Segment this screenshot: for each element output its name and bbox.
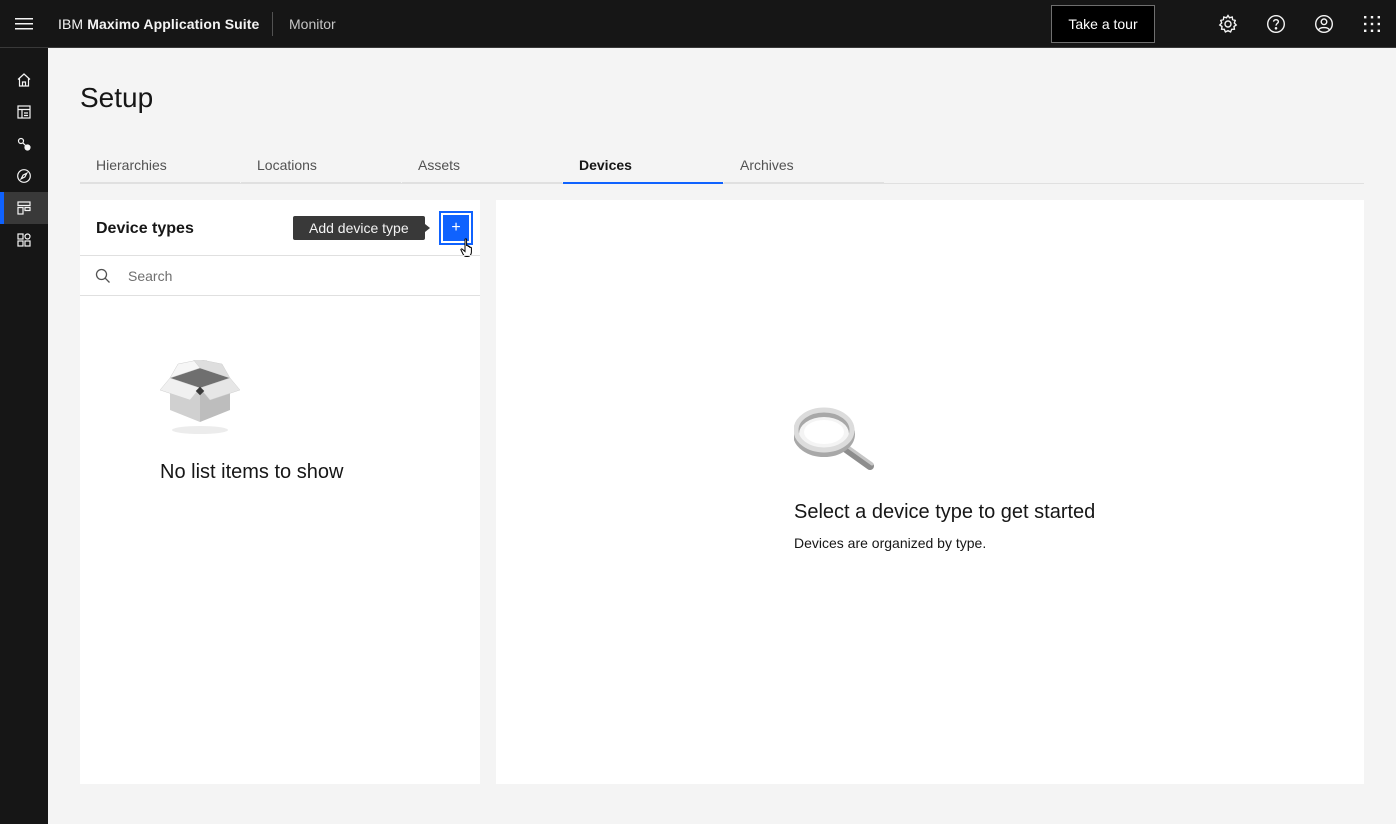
header-divider (272, 12, 273, 36)
brand-name[interactable]: IBM Maximo Application Suite (58, 0, 259, 48)
side-nav (0, 48, 48, 824)
compass-icon (17, 169, 31, 183)
tab-archives[interactable]: Archives (724, 147, 884, 184)
nav-explore[interactable] (0, 160, 48, 192)
page-title: Setup (80, 82, 154, 113)
empty-list-text: No list items to show (160, 461, 344, 483)
nav-home[interactable] (0, 64, 48, 96)
device-types-title: Device types (96, 220, 194, 237)
empty-box-icon (160, 360, 240, 434)
app-name: Monitor (289, 16, 336, 32)
tab-locations[interactable]: Locations (241, 147, 401, 184)
add-device-type-tooltip: Add device type (293, 216, 430, 240)
help-icon[interactable] (1252, 0, 1300, 48)
nav-dashboard[interactable] (0, 96, 48, 128)
user-icon[interactable] (1300, 0, 1348, 48)
brand-prefix: IBM (58, 16, 84, 32)
search-icon (95, 268, 110, 283)
brand-suite: Maximo Application Suite (87, 16, 260, 32)
tab-hierarchies[interactable]: Hierarchies (80, 147, 240, 184)
top-header: IBM Maximo Application Suite Monitor Tak… (0, 0, 1396, 48)
apps-icon (17, 233, 31, 247)
nav-connections[interactable] (0, 128, 48, 160)
connection-icon (17, 137, 31, 151)
tab-assets[interactable]: Assets (402, 147, 562, 184)
dashboard-icon (17, 105, 31, 119)
nav-apps[interactable] (0, 224, 48, 256)
search-row (80, 255, 480, 296)
menu-icon[interactable] (0, 0, 48, 48)
magnifier-icon (794, 407, 874, 470)
device-details-panel: Select a device type to get started Devi… (496, 200, 1364, 784)
setup-tabs: Hierarchies Locations Assets Devices Arc… (80, 147, 1364, 184)
empty-state-title: Select a device type to get started (794, 501, 1096, 523)
add-icon: + (451, 219, 461, 236)
search-input[interactable] (120, 256, 460, 295)
home-icon (17, 73, 31, 87)
take-tour-button[interactable]: Take a tour (1051, 5, 1155, 43)
setup-icon (17, 201, 31, 215)
empty-state-subtitle: Devices are organized by type. (794, 535, 987, 551)
app-switcher-icon[interactable] (1348, 0, 1396, 48)
nav-setup[interactable] (0, 192, 48, 224)
tab-devices[interactable]: Devices (563, 147, 723, 184)
device-types-panel: Device types Add device type + No list i… (80, 200, 480, 784)
settings-icon[interactable] (1204, 0, 1252, 48)
